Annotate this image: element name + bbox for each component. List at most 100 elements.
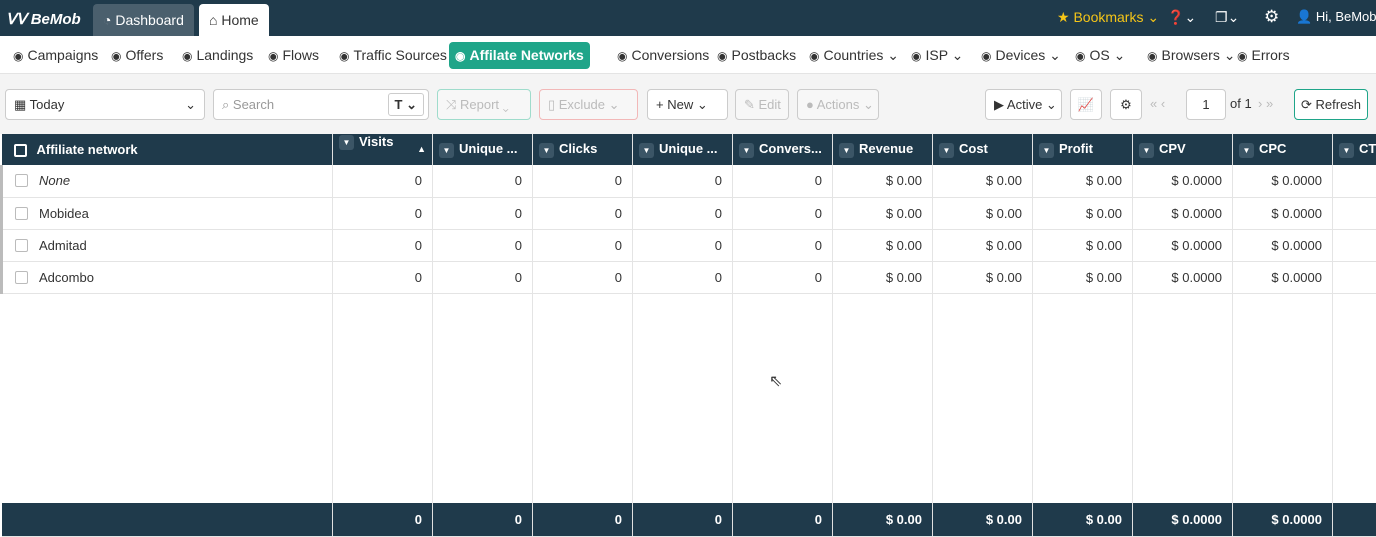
column-header[interactable]: ▼ Profit — [1032, 134, 1133, 165]
column-header[interactable]: ▼ Revenue — [832, 134, 933, 165]
cell: 0 — [632, 165, 733, 198]
nav-item-flows[interactable]: ◉ Flows — [262, 42, 325, 69]
row-checkbox[interactable] — [15, 206, 28, 220]
select-all-checkbox[interactable] — [13, 144, 27, 158]
cell: 0 — [532, 229, 633, 262]
nav-item-landings[interactable]: ◉ Landings — [176, 42, 259, 69]
windows-menu[interactable]: ❐⌄ — [1215, 0, 1239, 36]
empty-cell — [932, 293, 1033, 503]
filter-icon[interactable]: ▼ — [1139, 142, 1154, 158]
filter-icon[interactable]: ▼ — [939, 142, 954, 158]
filter-icon[interactable]: ▼ — [339, 135, 354, 151]
column-header[interactable]: ▼ Visits ▲ — [332, 134, 433, 165]
edit-button[interactable]: ✎ Edit — [735, 89, 789, 120]
cell — [1332, 197, 1376, 230]
total-cell: 0 — [732, 503, 833, 537]
filter-icon[interactable]: ▼ — [1039, 142, 1054, 158]
nav-item-conversions[interactable]: ◉ Conversions — [611, 42, 715, 69]
user-icon: 👤 — [1296, 9, 1313, 24]
nav-item-traffic-sources[interactable]: ◉ Traffic Sources — [333, 42, 453, 69]
column-header[interactable]: ▼ CPC — [1232, 134, 1333, 165]
refresh-button[interactable]: ⟳ Refresh — [1294, 89, 1368, 120]
nav-item-campaigns[interactable]: ◉ Campaigns — [7, 42, 104, 69]
filter-icon[interactable]: ▼ — [839, 142, 854, 158]
nav-item-affilate-networks[interactable]: ◉ Affilate Networks — [449, 42, 590, 69]
nav-item-offers[interactable]: ◉ Offers — [105, 42, 169, 69]
bookmarks-menu[interactable]: ★ Bookmarks ⌄ — [1057, 0, 1159, 36]
actions-button[interactable]: ● Actions ⌄ — [797, 89, 879, 120]
column-header[interactable]: ▼ Unique ... — [432, 134, 533, 165]
date-range-select[interactable]: ▦ Today ⌄ — [5, 89, 205, 120]
cell: $ 0.0000 — [1232, 261, 1333, 294]
sort-asc-icon[interactable]: ▲ — [417, 134, 426, 165]
file-icon: ▯ — [548, 97, 559, 112]
help-menu[interactable]: ❓⌄ — [1167, 0, 1196, 36]
first-prev-page[interactable]: « ‹ — [1150, 89, 1165, 120]
column-header[interactable]: ▼ Cost — [932, 134, 1033, 165]
empty-cell — [632, 293, 733, 503]
filter-icon[interactable]: ▼ — [539, 142, 554, 158]
top-bar: ᐯᐯ BeMob ◔ Dashboard ⌂ Home ★ Bookmarks … — [0, 0, 1376, 36]
toolbar: ▦ Today ⌄ ⌕ Search T ⌄ ⤨ Report ⌄ ▯ Exclu… — [0, 74, 1376, 134]
settings-button[interactable]: ⚙ — [1264, 0, 1279, 36]
empty-cell — [1, 293, 333, 503]
double-chevron-right-icon[interactable]: » — [1266, 96, 1273, 111]
nav-item-browsers[interactable]: ◉ Browsers ⌄ — [1141, 42, 1241, 69]
cell: 0 — [632, 229, 733, 262]
report-button[interactable]: ⤨ Report ⌄ — [437, 89, 531, 120]
row-checkbox[interactable] — [15, 174, 28, 187]
cell: 0 — [532, 261, 633, 294]
home-icon: ⌂ — [209, 12, 222, 28]
page-input[interactable]: 1 — [1186, 89, 1226, 120]
table-row[interactable]: Admitad 0 0 0 0 0 $ 0.00 $ 0.00 $ 0.00 $ 0.0000 $ … — [0, 229, 1376, 262]
user-menu[interactable]: 👤 Hi, BeMob — [1296, 0, 1376, 36]
filter-icon[interactable]: ▼ — [639, 142, 654, 158]
column-header[interactable]: ▼ CPV — [1132, 134, 1233, 165]
cell: $ 0.0000 — [1232, 229, 1333, 262]
chevron-right-icon[interactable]: › — [1258, 96, 1262, 111]
pencil-icon: ✎ — [744, 97, 759, 112]
chevron-left-icon[interactable]: ‹ — [1161, 96, 1165, 111]
row-checkbox[interactable] — [15, 238, 28, 252]
nav-item-devices[interactable]: ◉ Devices ⌄ — [975, 42, 1067, 69]
column-header[interactable]: ▼CTR — [1332, 134, 1376, 165]
filter-icon[interactable]: ▼ — [439, 142, 454, 158]
logo[interactable]: ᐯᐯ BeMob — [6, 10, 81, 28]
tab-dashboard[interactable]: ◔ Dashboard — [93, 4, 194, 36]
cell: 0 — [332, 197, 433, 230]
empty-area — [1, 293, 1376, 503]
table-row[interactable]: Mobidea 0 0 0 0 0 $ 0.00 $ 0.00 $ 0.00 $ 0.0000 $ … — [0, 197, 1376, 230]
nav-item-os[interactable]: ◉ OS ⌄ — [1069, 42, 1131, 69]
column-header[interactable]: Affiliate network — [1, 134, 333, 165]
tab-home[interactable]: ⌂ Home — [199, 4, 269, 36]
exclude-button[interactable]: ▯ Exclude ⌄ — [539, 89, 638, 120]
cell: $ 0.00 — [832, 229, 933, 262]
filter-icon[interactable]: ▼ — [1239, 142, 1254, 158]
column-header[interactable]: ▼ Clicks — [532, 134, 633, 165]
double-chevron-left-icon[interactable]: « — [1150, 96, 1157, 111]
new-button[interactable]: + New ⌄ — [647, 89, 728, 120]
cell: 0 — [732, 197, 833, 230]
column-settings-button[interactable]: ⚙ — [1110, 89, 1142, 120]
column-header[interactable]: ▼ Unique ... — [632, 134, 733, 165]
status-filter[interactable]: ▶ Active ⌄ — [985, 89, 1062, 120]
chart-button[interactable]: 📈 — [1070, 89, 1102, 120]
filter-icon[interactable]: ▼ — [739, 142, 754, 158]
table-row[interactable]: Adcombo 0 0 0 0 0 $ 0.00 $ 0.00 $ 0.00 $ 0.0000 $ … — [0, 261, 1376, 294]
next-last-page[interactable]: › » — [1258, 89, 1273, 120]
table-row[interactable]: None 0 0 0 0 0 $ 0.00 $ 0.00 $ 0.00 $ 0.0000 $ 0.0… — [0, 165, 1376, 198]
nav-item-errors[interactable]: ◉ Errors — [1231, 42, 1296, 69]
nav-item-countries[interactable]: ◉ Countries ⌄ — [803, 42, 905, 69]
nav-item-isp[interactable]: ◉ ISP ⌄ — [905, 42, 969, 69]
window-icon: ◉ — [1147, 49, 1158, 63]
cell: 0 — [432, 197, 533, 230]
column-header[interactable]: ▼ Convers... — [732, 134, 833, 165]
text-mode-button[interactable]: T ⌄ — [387, 93, 424, 116]
nav-item-postbacks[interactable]: ◉ Postbacks — [711, 42, 802, 69]
search-input[interactable]: ⌕ Search T ⌄ — [213, 89, 429, 120]
sitemap-icon: ◉ — [268, 49, 279, 63]
cell: $ 0.00 — [932, 165, 1033, 198]
filter-icon[interactable]: ▼ — [1339, 142, 1354, 158]
row-checkbox[interactable] — [15, 270, 28, 284]
search-icon: ⌕ — [222, 97, 233, 112]
